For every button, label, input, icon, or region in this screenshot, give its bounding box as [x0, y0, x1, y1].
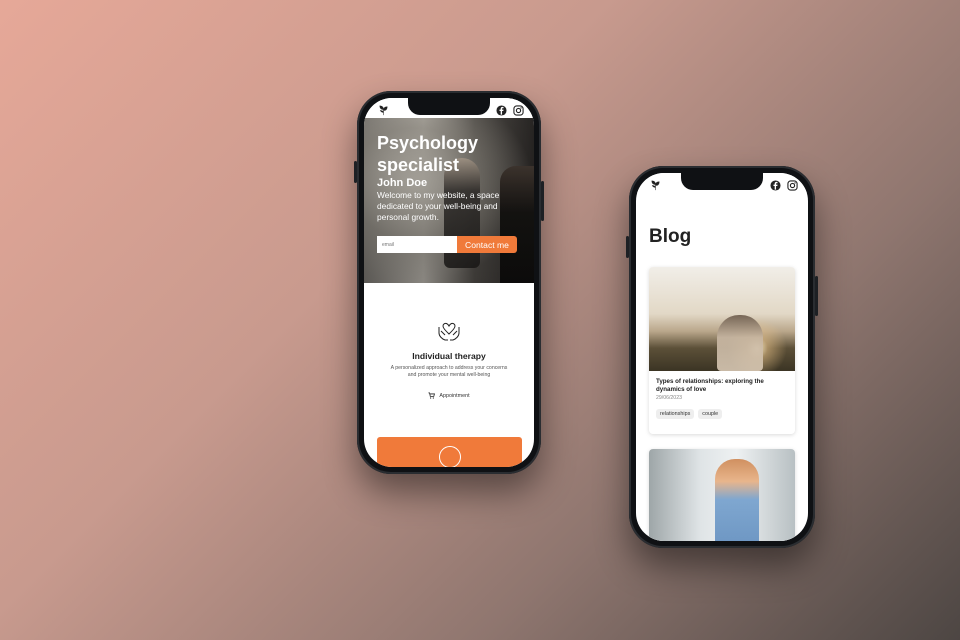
instagram-icon[interactable] [513, 103, 524, 116]
volume-button [626, 236, 629, 258]
post-photo-girl [715, 459, 759, 541]
tag[interactable]: relationships [656, 409, 695, 420]
blog-post-card[interactable] [649, 449, 795, 541]
post-image[interactable] [649, 267, 795, 371]
phone-mockup-right: Blog Types of relationships: exploring t… [626, 166, 818, 548]
head-brain-icon [438, 446, 461, 467]
post-image[interactable] [649, 449, 795, 541]
notch [408, 98, 490, 115]
hero-title: Psychology specialist [377, 133, 479, 175]
volume-button [354, 161, 357, 183]
power-button [541, 181, 544, 221]
blog-post-card[interactable]: Types of relationships: exploring the dy… [649, 267, 795, 434]
facebook-icon[interactable] [770, 178, 781, 191]
appointment-link[interactable]: Appointment [364, 392, 534, 399]
phone-screen: Psychology specialist John Doe Welcome t… [364, 98, 534, 467]
contact-button[interactable]: Contact me [457, 236, 517, 253]
leaf-icon[interactable] [378, 103, 389, 115]
tag[interactable]: couple [698, 409, 723, 420]
phone-mockup-left: Psychology specialist John Doe Welcome t… [354, 91, 544, 474]
post-title[interactable]: Types of relationships: exploring the dy… [656, 378, 788, 393]
notch [681, 173, 763, 190]
hero-name: John Doe [377, 177, 428, 189]
leaf-icon[interactable] [650, 178, 661, 190]
email-input[interactable] [377, 236, 457, 253]
contact-form: Contact me [377, 236, 517, 253]
service-card-next[interactable] [377, 437, 522, 467]
service-description: A personalized approach to address your … [390, 365, 508, 378]
power-button [815, 276, 818, 316]
instagram-icon[interactable] [787, 178, 798, 191]
heart-hands-icon [436, 318, 462, 344]
cart-icon [428, 392, 436, 399]
service-title: Individual therapy [412, 351, 486, 361]
hero-description: Welcome to my website, a space dedicated… [377, 190, 500, 222]
facebook-icon[interactable] [496, 103, 507, 116]
post-date: 29/06/2023 [656, 395, 682, 402]
hero-section: Psychology specialist John Doe Welcome t… [364, 118, 534, 283]
phone-screen: Blog Types of relationships: exploring t… [636, 173, 808, 541]
post-photo-couple [717, 315, 763, 371]
appointment-label: Appointment [439, 392, 470, 399]
post-tags: relationships couple [656, 409, 788, 420]
page-title: Blog [649, 226, 692, 247]
service-card: Individual therapy A personalized approa… [364, 318, 534, 399]
